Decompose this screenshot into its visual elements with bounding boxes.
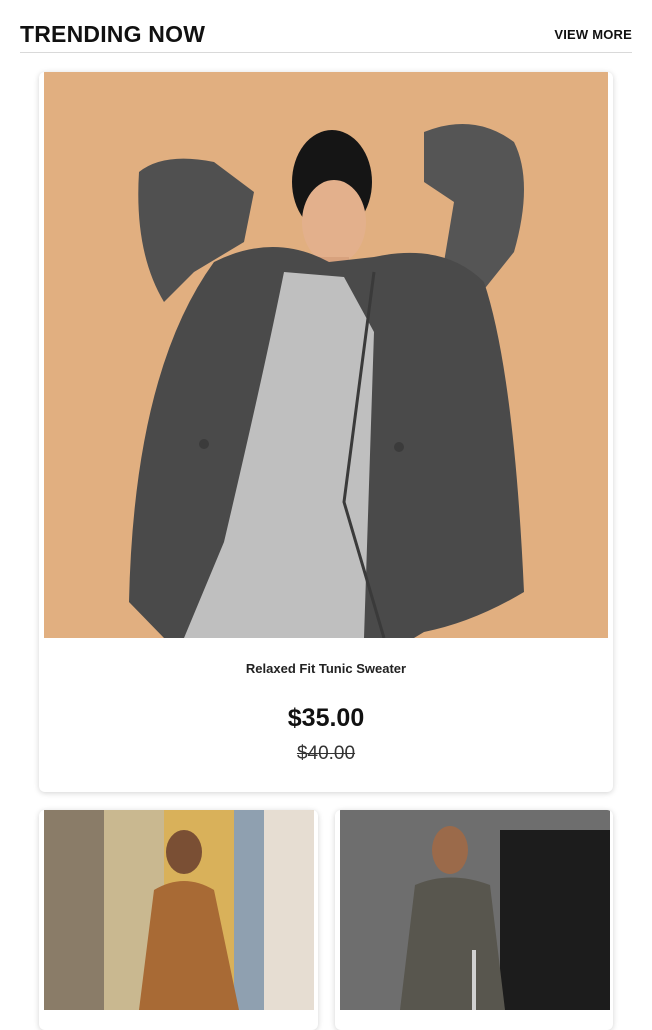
product-image[interactable] [44,810,314,1010]
product-price: $35.00 [287,704,365,732]
product-image[interactable] [340,810,610,1010]
product-name[interactable]: Relaxed Fit Tunic Sweater [39,661,613,676]
view-more-link[interactable]: VIEW MORE [554,27,632,42]
product-card[interactable] [335,810,613,1030]
featured-product-card[interactable]: Relaxed Fit Tunic Sweater $35.00 $40.00 [39,72,613,792]
section-title: TRENDING NOW [20,21,206,47]
product-original-price: $40.00 [296,743,356,764]
product-card[interactable] [39,810,318,1030]
section-header: TRENDING NOW VIEW MORE [20,18,632,53]
featured-product-image[interactable] [44,72,608,638]
